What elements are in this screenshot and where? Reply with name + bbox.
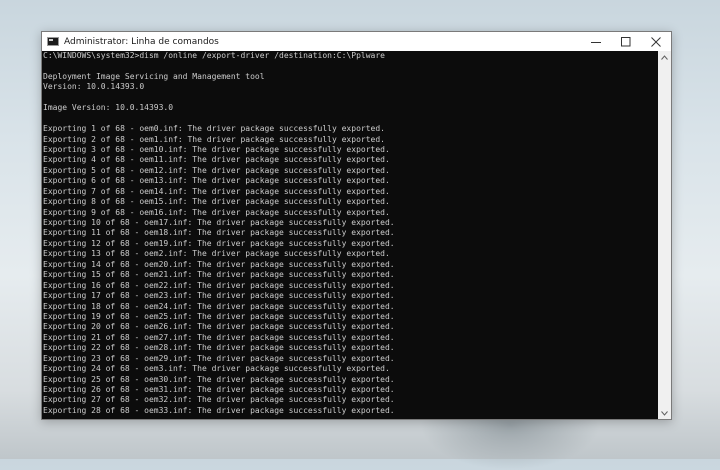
console-line: Image Version: 10.0.14393.0 [43,103,174,113]
scroll-up-button[interactable] [658,51,671,63]
console-line: Exporting 19 of 68 - oem25.inf: The driv… [43,311,395,321]
minimize-icon [591,41,601,43]
close-icon [651,36,661,47]
command-prompt-window: Administrator: Linha de comandos C:\WIND… [41,31,672,420]
console-line: Exporting 5 of 68 - oem12.inf: The drive… [43,165,390,175]
console-line: Exporting 15 of 68 - oem21.inf: The driv… [43,270,395,280]
console-line: Exporting 2 of 68 - oem1.inf: The driver… [43,134,385,144]
console-line: Version: 10.0.14393.0 [43,82,145,92]
console-line: Exporting 22 of 68 - oem28.inf: The driv… [43,343,395,353]
title-bar[interactable]: Administrator: Linha de comandos [42,32,671,51]
console-line: C:\WINDOWS\system32>dism /online /export… [43,51,385,60]
console-line: Exporting 14 of 68 - oem20.inf: The driv… [43,259,395,269]
console-line: Exporting 9 of 68 - oem16.inf: The drive… [43,207,390,217]
vertical-scrollbar[interactable] [658,51,671,419]
console-line: Exporting 16 of 68 - oem22.inf: The driv… [43,280,395,290]
window-title: Administrator: Linha de comandos [64,36,219,47]
console-output[interactable]: C:\WINDOWS\system32>dism /online /export… [42,51,658,419]
window-controls [581,32,671,51]
console-line: Exporting 27 of 68 - oem32.inf: The driv… [43,395,395,405]
console-line: Exporting 24 of 68 - oem3.inf: The drive… [43,364,390,374]
console-line: Exporting 25 of 68 - oem30.inf: The driv… [43,374,395,384]
close-button[interactable] [641,32,671,51]
scroll-down-button[interactable] [658,407,671,419]
console-line: Exporting 3 of 68 - oem10.inf: The drive… [43,144,390,154]
console-line: Exporting 21 of 68 - oem27.inf: The driv… [43,332,395,342]
console-line: Exporting 26 of 68 - oem31.inf: The driv… [43,385,395,394]
console-line: Exporting 1 of 68 - oem0.inf: The driver… [43,124,385,134]
chevron-up-icon [661,54,668,60]
maximize-icon [621,36,631,46]
console-line: Exporting 7 of 68 - oem14.inf: The drive… [43,186,390,196]
console-line: Exporting 17 of 68 - oem23.inf: The driv… [43,291,395,301]
console-line: Deployment Image Servicing and Managemen… [43,71,265,81]
minimize-button[interactable] [581,32,611,51]
console-line: Exporting 6 of 68 - oem13.inf: The drive… [43,176,390,186]
console-line: Exporting 12 of 68 - oem19.inf: The driv… [43,238,395,248]
console-line: Exporting 28 of 68 - oem33.inf: The driv… [43,405,395,415]
console-line: Exporting 18 of 68 - oem24.inf: The driv… [43,301,395,311]
maximize-button[interactable] [611,32,641,51]
console-line: Exporting 13 of 68 - oem2.inf: The drive… [43,249,390,259]
console-line: Exporting 23 of 68 - oem29.inf: The driv… [43,353,395,363]
console-line: Exporting 10 of 68 - oem17.inf: The driv… [43,218,395,227]
cmd-icon [47,37,59,46]
chevron-down-icon [661,410,668,416]
console-line: Exporting 4 of 68 - oem11.inf: The drive… [43,155,390,165]
console-line: Exporting 11 of 68 - oem18.inf: The driv… [43,228,395,238]
console-line: Exporting 20 of 68 - oem26.inf: The driv… [43,322,395,332]
console-line: Exporting 8 of 68 - oem15.inf: The drive… [43,197,390,207]
